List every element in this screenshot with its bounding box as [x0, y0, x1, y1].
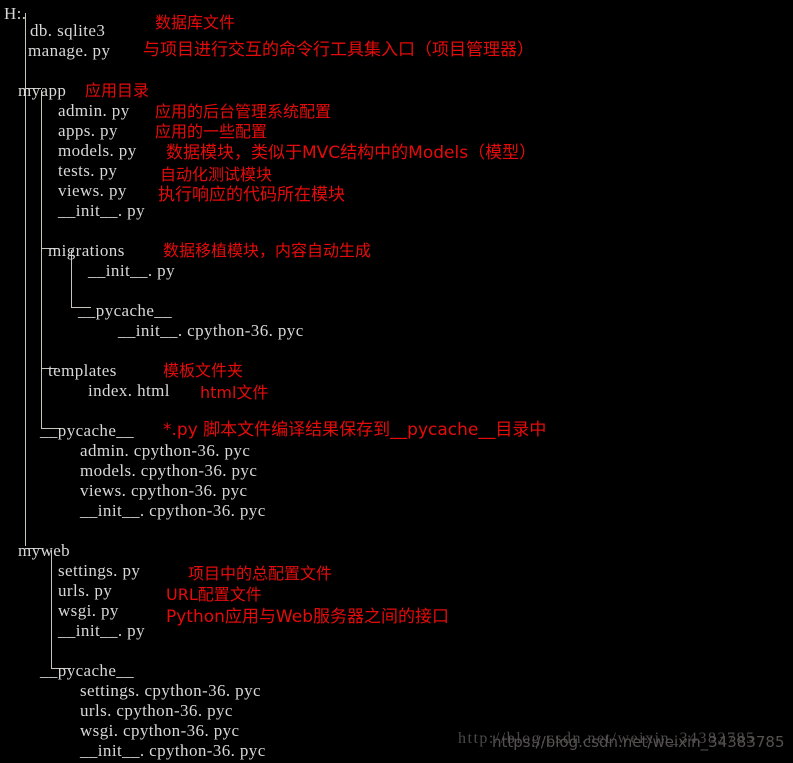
- tree-entry-apps-py: apps. py: [58, 121, 118, 140]
- watermark-sans: https://blog.csdn.net/weixin_34383785: [492, 733, 785, 751]
- tree-entry-init-pyc-myweb: __init__. cpython-36. pyc: [80, 741, 266, 760]
- tree-entry-index-html: index. html: [88, 381, 170, 400]
- tree-entry-views-pyc: views. cpython-36. pyc: [80, 481, 248, 500]
- anno-index-html: html文件: [200, 383, 269, 402]
- anno-wsgi-py: Python应用与Web服务器之间的接口: [166, 607, 449, 627]
- tree-entry-myapp: myapp: [18, 81, 67, 100]
- tree-entry-wsgi-pyc: wsgi. cpython-36. pyc: [80, 721, 240, 740]
- anno-admin-py: 应用的后台管理系统配置: [155, 102, 332, 121]
- tree-entry-init-py-mig: __init__. py: [88, 261, 175, 280]
- tree-entry-models-py: models. py: [58, 141, 137, 160]
- anno-apps-py: 应用的一些配置: [155, 122, 268, 141]
- tree-entry-init-pyc-mig: __init__. cpython-36. pyc: [118, 321, 304, 340]
- tree-entry-migrations: migrations: [48, 241, 125, 260]
- tree-entry-myweb: myweb: [18, 541, 71, 560]
- anno-migrations: 数据移植模块，内容自动生成: [163, 241, 372, 260]
- tree-entry-settings-py: settings. py: [58, 561, 141, 580]
- tree-entry-db-sqlite3: db. sqlite3: [30, 21, 106, 40]
- anno-db-sqlite3: 数据库文件: [155, 13, 236, 32]
- tree-entry-init-py-myapp: __init__. py: [58, 201, 145, 220]
- tree-entry-pycache-myapp: __pycache__: [40, 421, 135, 440]
- rule-myapp-spine: [41, 90, 42, 428]
- anno-views-py: 执行响应的代码所在模块: [158, 185, 345, 205]
- anno-tests-py: 自动化测试模块: [160, 165, 273, 184]
- tree-entry-init-py-myweb: __init__. py: [58, 621, 145, 640]
- tree-entry-tests-py: tests. py: [58, 161, 118, 180]
- anno-settings-py: 项目中的总配置文件: [188, 564, 333, 583]
- tree-entry-admin-py: admin. py: [58, 101, 130, 120]
- tree-entry-templates: templates: [48, 361, 117, 380]
- tree-entry-admin-pyc: admin. cpython-36. pyc: [80, 441, 251, 460]
- rule-myweb-spine: [51, 550, 52, 668]
- tree-entry-manage-py: manage. py: [28, 41, 111, 60]
- anno-myapp: 应用目录: [85, 81, 150, 100]
- anno-pycache-myapp: *.py 脚本文件编译结果保存到__pycache__目录中: [163, 420, 547, 440]
- anno-urls-py: URL配置文件: [166, 585, 262, 604]
- anno-models-py: 数据模块，类似于MVC结构中的Models（模型）: [166, 143, 537, 163]
- tree-entry-views-py: views. py: [58, 181, 127, 200]
- tree-entry-root: H:.: [4, 4, 27, 23]
- anno-templates: 模板文件夹: [163, 361, 244, 380]
- tree-entry-wsgi-py: wsgi. py: [58, 601, 119, 620]
- tree-entry-models-pyc: models. cpython-36. pyc: [80, 461, 258, 480]
- tree-entry-pycache-mig: __pycache__: [78, 301, 173, 320]
- tree-entry-pycache-myweb: __pycache__: [40, 661, 135, 680]
- tree-entry-init-pyc-myapp: __init__. cpython-36. pyc: [80, 501, 266, 520]
- watermark-serif: http://blog.csdn.net/weixin_34383785: [458, 730, 756, 747]
- tree-entry-urls-py: urls. py: [58, 581, 113, 600]
- tree-entry-urls-pyc: urls. cpython-36. pyc: [80, 701, 233, 720]
- tree-entry-settings-pyc: settings. cpython-36. pyc: [80, 681, 261, 700]
- anno-manage-py: 与项目进行交互的命令行工具集入口（项目管理器）: [143, 40, 534, 60]
- terminal-window: H:. db. sqlite3 manage. py myapp admin. py ap…: [0, 0, 793, 763]
